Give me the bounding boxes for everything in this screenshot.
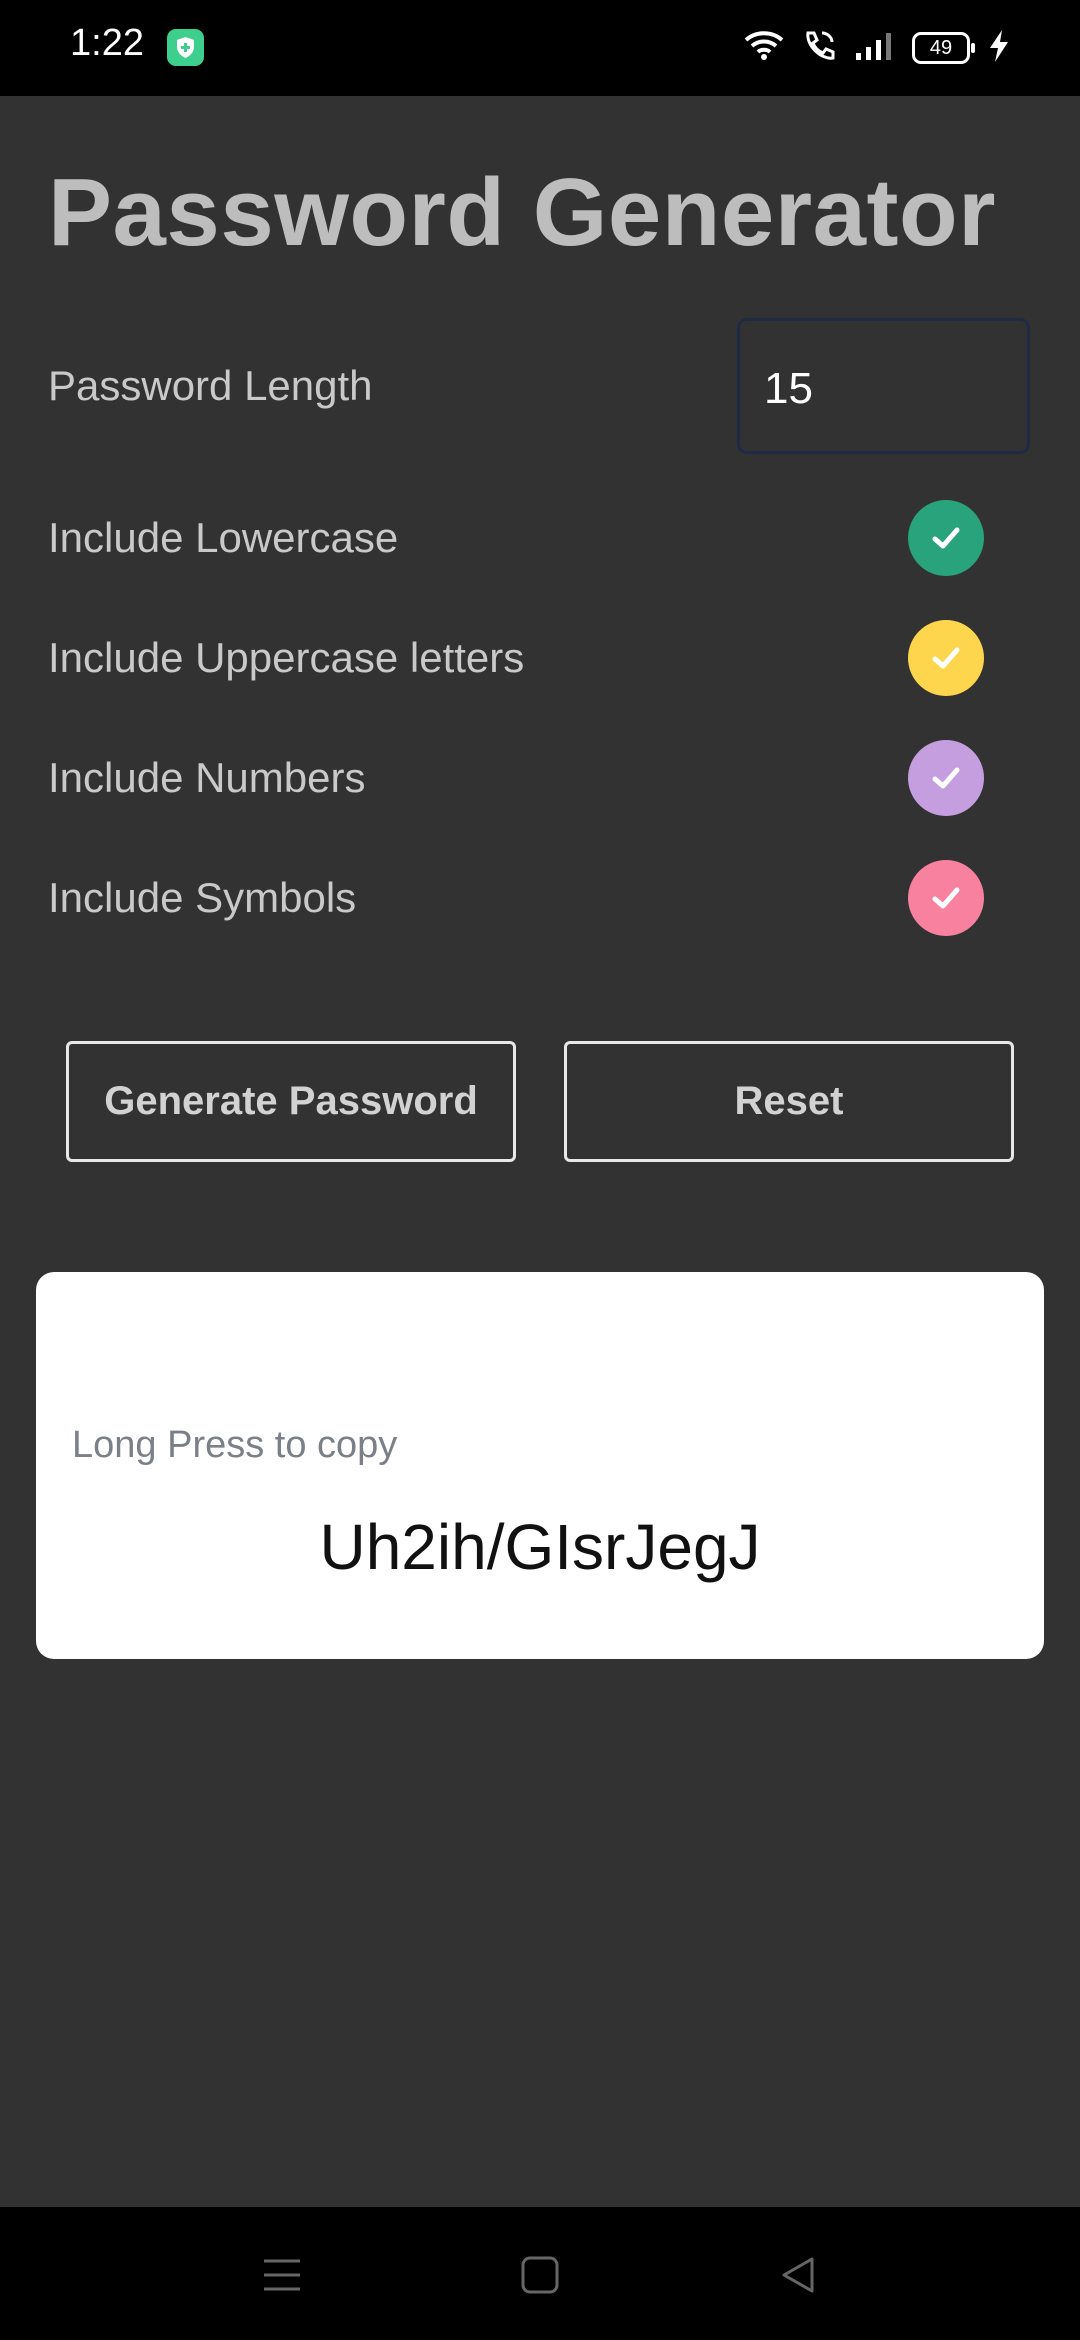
status-icons: 49	[726, 26, 1010, 70]
wifi-calling-icon	[802, 29, 836, 68]
password-length-field[interactable]	[737, 318, 1030, 454]
check-icon	[932, 887, 960, 909]
option-symbols-label: Include Symbols	[48, 874, 357, 921]
navigation-bar	[0, 2207, 1080, 2340]
status-time: 1:22	[70, 22, 144, 64]
generated-password[interactable]: Uh2ih/GIsrJegJ	[36, 1510, 1044, 1584]
check-icon	[932, 527, 960, 549]
back-icon[interactable]	[778, 2255, 818, 2300]
generate-password-button[interactable]: Generate Password	[66, 1041, 516, 1162]
password-length-label: Password Length	[48, 362, 373, 409]
check-icon	[932, 647, 960, 669]
password-length-input[interactable]	[762, 353, 1016, 425]
shield-badge-icon	[167, 29, 204, 66]
option-numbers-label: Include Numbers	[48, 754, 366, 801]
copy-hint: Long Press to copy	[72, 1424, 398, 1466]
result-card[interactable]: Long Press to copy Uh2ih/GIsrJegJ	[36, 1272, 1044, 1659]
numbers-checkbox[interactable]	[908, 740, 984, 816]
symbols-checkbox[interactable]	[908, 860, 984, 936]
lowercase-checkbox[interactable]	[908, 500, 984, 576]
home-icon[interactable]	[520, 2255, 560, 2300]
check-icon	[932, 767, 960, 789]
option-lowercase-label: Include Lowercase	[48, 514, 399, 561]
page-title: Password Generator	[48, 159, 996, 266]
wifi-icon	[744, 30, 784, 67]
charging-bolt-icon	[988, 29, 1010, 68]
status-bar: 1:22 49	[0, 0, 1080, 96]
uppercase-checkbox[interactable]	[908, 620, 984, 696]
option-uppercase-label: Include Uppercase letters	[48, 634, 525, 681]
menu-icon[interactable]	[262, 2255, 302, 2300]
signal-icon	[854, 31, 894, 66]
reset-button[interactable]: Reset	[564, 1041, 1014, 1162]
battery-icon: 49	[912, 32, 975, 64]
